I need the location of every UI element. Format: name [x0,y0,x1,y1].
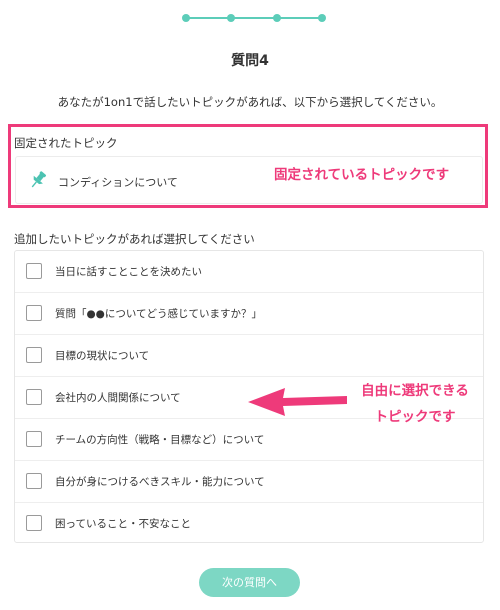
topic-option-label: 会社内の人間関係について [55,392,181,404]
topic-option-label: 質問「●●についてどう感じていますか？」 [55,308,263,320]
topic-option[interactable]: 自分が身につけるべきスキル・能力について [15,461,483,503]
topic-option-label: チームの方向性（戦略・目標など）について [55,434,265,446]
progress-line [184,17,324,19]
next-question-button[interactable]: 次の質問へ [199,568,300,597]
topic-checkbox[interactable] [26,305,42,321]
progress-step-4 [318,14,326,22]
optional-annotation-line1: 自由に選択できる [361,383,469,399]
topic-option-label: 当日に話すことことを決めたい [55,266,202,278]
topic-checkbox[interactable] [26,515,42,531]
topic-checkbox[interactable] [26,389,42,405]
question-description: あなたが1on1で話したいトピックがあれば、以下から選択してください。 [57,95,443,109]
topic-option[interactable]: 目標の現状について [15,335,483,377]
topic-option[interactable]: 困っていること・不安なこと [15,503,483,545]
topic-option-label: 目標の現状について [55,350,150,362]
topic-checkbox[interactable] [26,473,42,489]
optional-annotation: 自由に選択できる トピックです [350,378,480,430]
progress-step-3 [273,14,281,22]
topic-checkbox[interactable] [26,431,42,447]
optional-annotation-line2: トピックです [374,409,456,425]
topic-option[interactable]: 質問「●●についてどう感じていますか？」 [15,293,483,335]
optional-heading: 追加したいトピックがあれば選択してください [14,232,255,246]
pinned-annotation: 固定されているトピックです [274,167,450,183]
progress-step-1 [182,14,190,22]
topic-checkbox[interactable] [26,263,42,279]
topic-option-label: 自分が身につけるべきスキル・能力について [55,476,265,488]
topic-checkbox[interactable] [26,347,42,363]
pin-icon [31,171,47,188]
topic-option[interactable]: 当日に話すことことを決めたい [15,251,483,293]
topic-option-label: 困っていること・不安なこと [55,518,191,530]
progress-stepper [182,12,326,24]
question-title: 質問4 [231,53,269,69]
pinned-heading: 固定されたトピック [14,136,118,150]
pinned-topic-label: コンディションについて [58,176,178,189]
progress-step-2 [227,14,235,22]
annotation-arrow-icon [248,388,347,416]
